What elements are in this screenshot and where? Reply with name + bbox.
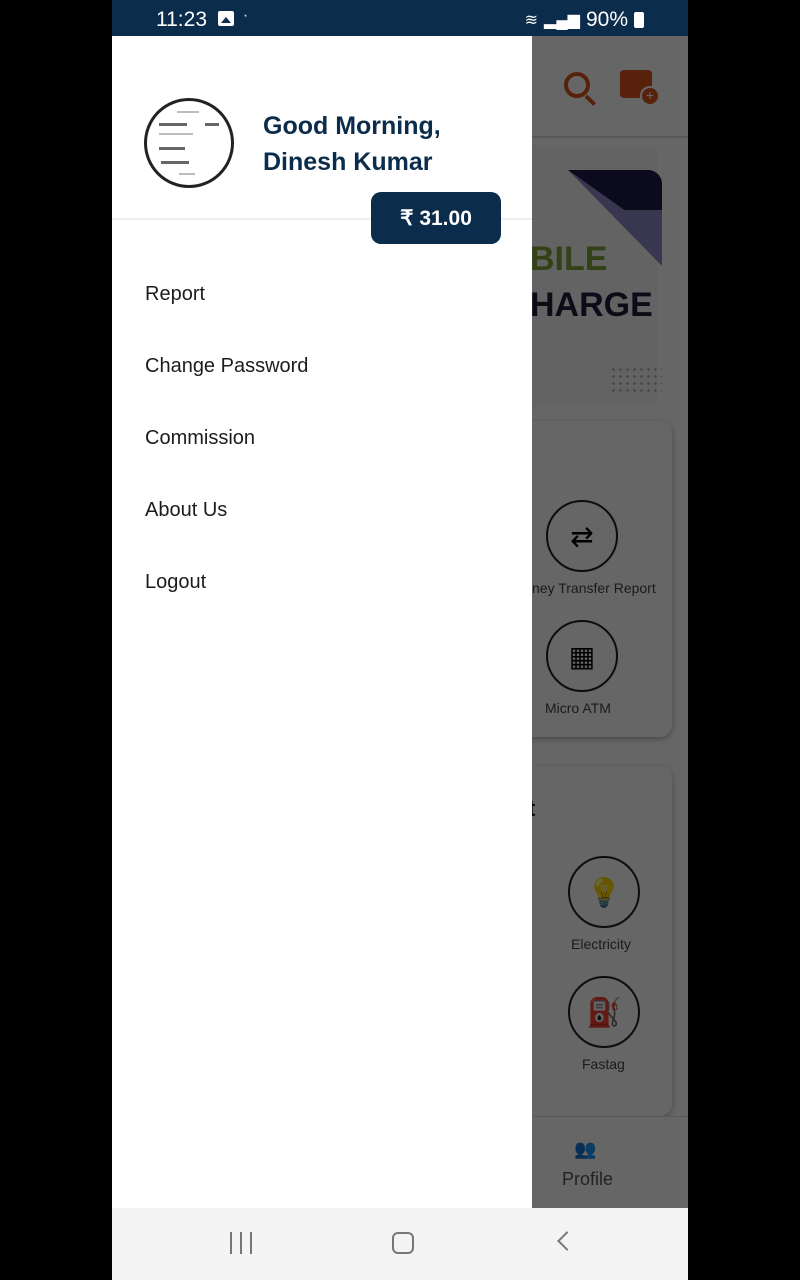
navigation-drawer: Good Morning, Dinesh Kumar ₹ 31.00 Repor…: [112, 36, 532, 1208]
gallery-icon: [218, 11, 234, 26]
drawer-menu: Report Change Password Commission About …: [145, 276, 308, 636]
signal-icon: ▂▄▆: [544, 12, 580, 29]
battery-icon: [634, 12, 644, 28]
recent-apps-icon[interactable]: [230, 1232, 252, 1254]
menu-item-about-us[interactable]: About Us: [145, 492, 308, 564]
avatar[interactable]: [144, 98, 234, 188]
back-icon[interactable]: [557, 1231, 577, 1251]
menu-item-report[interactable]: Report: [145, 276, 308, 348]
greeting-text: Good Morning, Dinesh Kumar: [263, 108, 441, 180]
status-bar: 11:23 ◔ ≋ ▂▄▆ 90%: [112, 0, 688, 36]
home-icon[interactable]: [392, 1232, 414, 1254]
wifi-icon: ≋: [524, 12, 539, 29]
wallet-balance-badge[interactable]: ₹ 31.00: [371, 192, 501, 244]
user-name: Dinesh Kumar: [263, 148, 433, 176]
greeting-line: Good Morning,: [263, 112, 441, 140]
status-time: 11:23: [156, 8, 207, 31]
battery-level: 90%: [585, 8, 628, 31]
status-right: ≋ ▂▄▆ 90%: [525, 8, 644, 32]
app-notification-icon: ◔: [242, 11, 248, 21]
system-navigation-bar: [112, 1208, 688, 1280]
menu-item-change-password[interactable]: Change Password: [145, 348, 308, 420]
menu-item-logout[interactable]: Logout: [145, 564, 308, 636]
menu-item-commission[interactable]: Commission: [145, 420, 308, 492]
phone-screen: 11:23 ◔ ≋ ▂▄▆ 90% BILE HARGE ⇄ ney Trans…: [112, 0, 688, 1280]
